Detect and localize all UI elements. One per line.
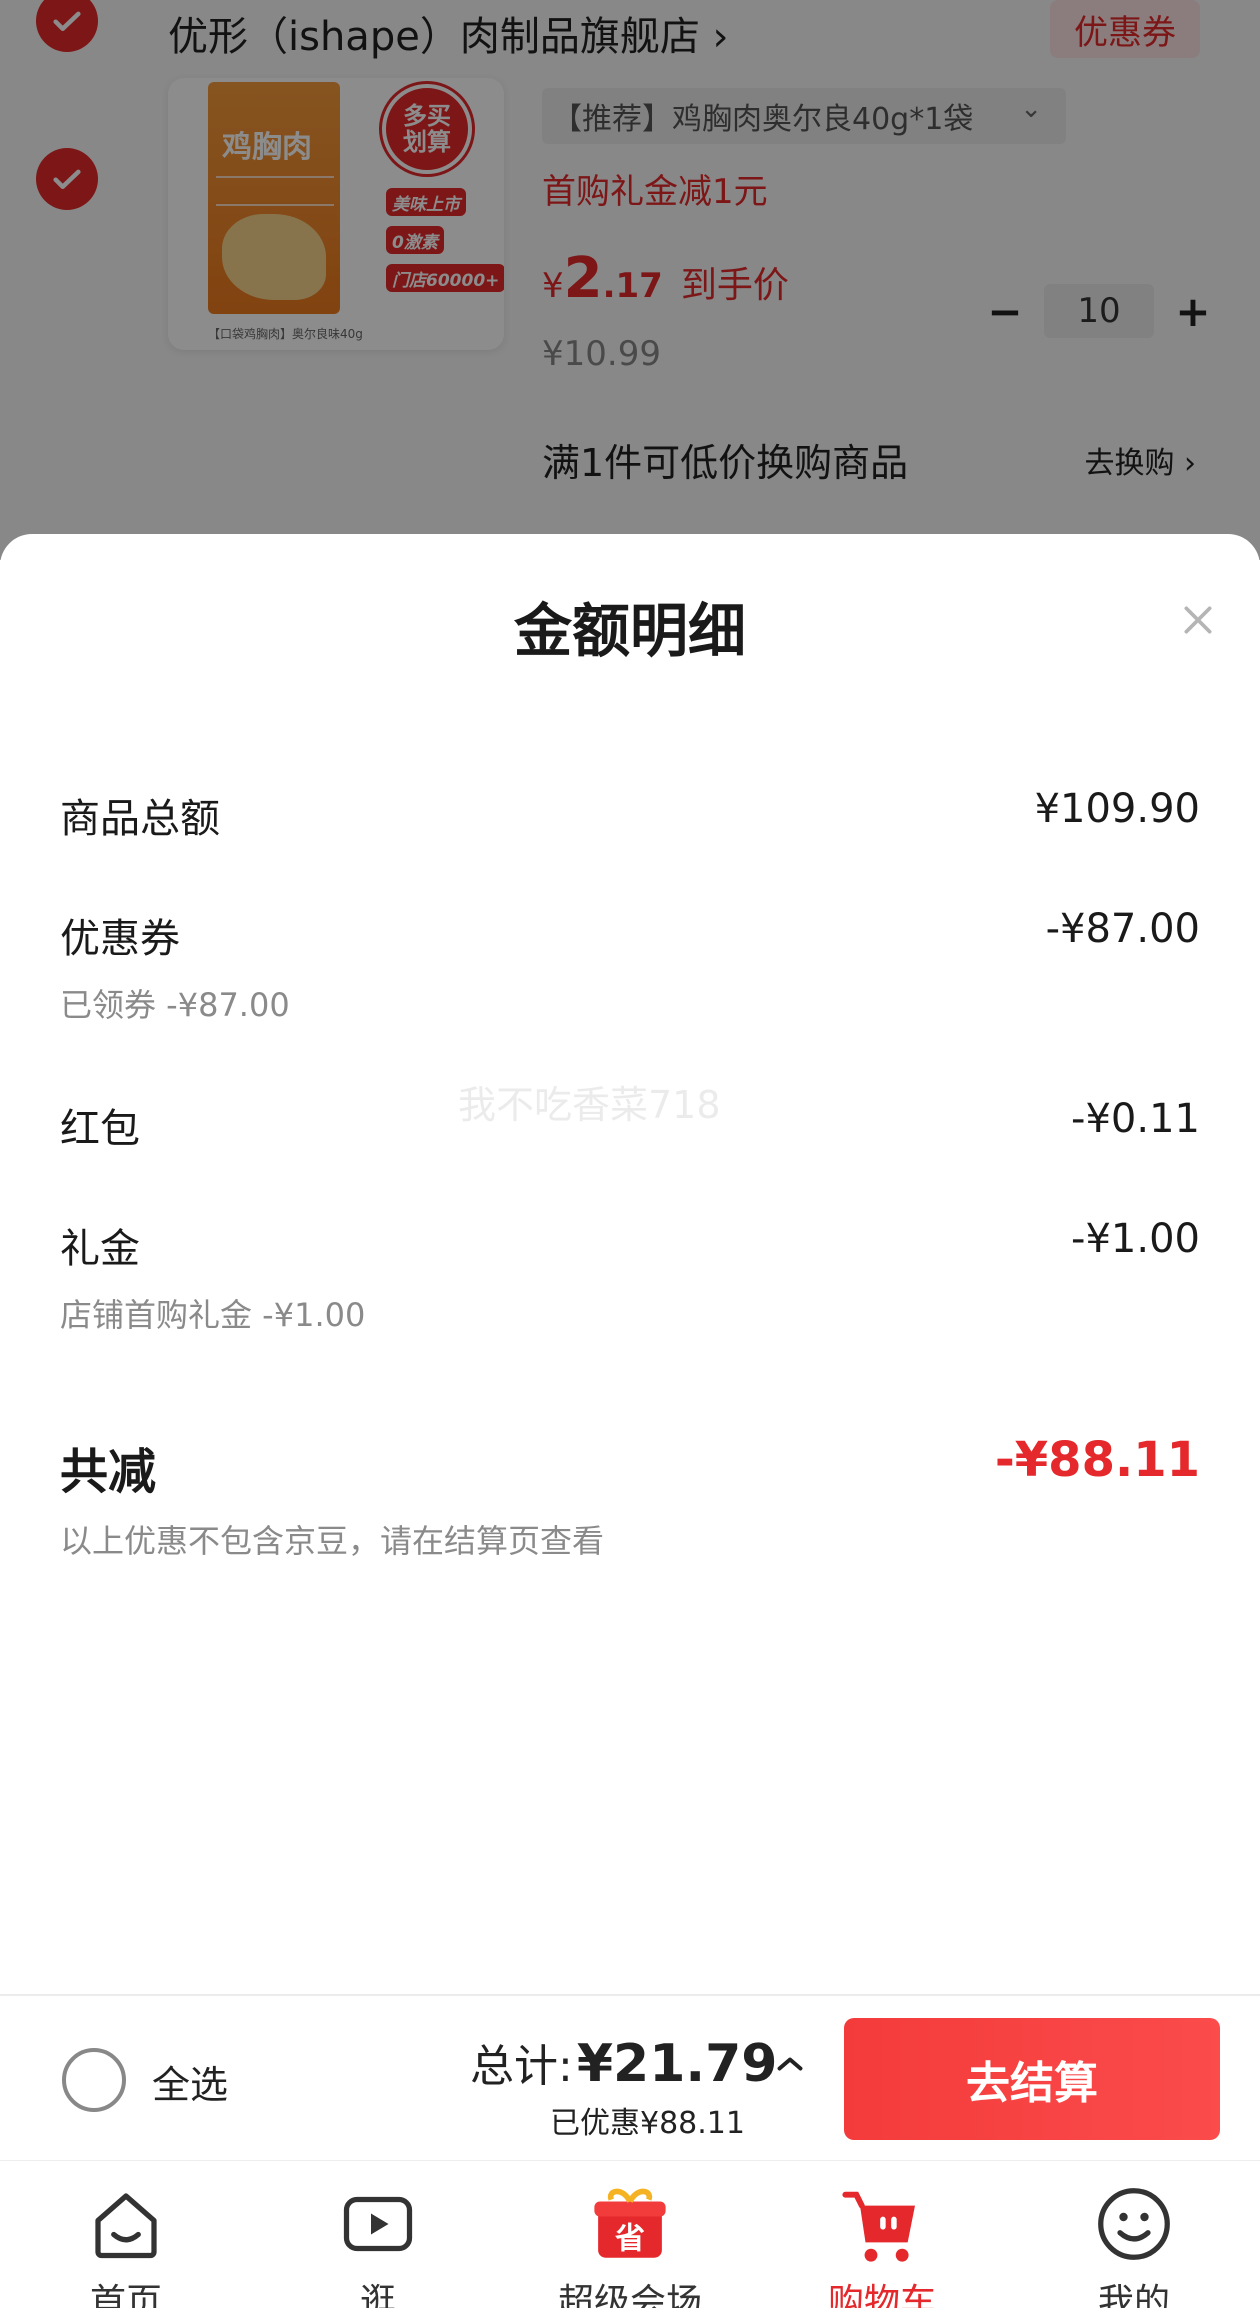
row-gift-money: 礼金 -¥1.00 [60, 1216, 1200, 1272]
close-icon [1184, 606, 1212, 634]
tab-browse[interactable]: 逛 [252, 2161, 504, 2308]
row-total-reduction: 共减 -¥88.11 [60, 1432, 1200, 1500]
settlement-bar: 全选 总计: ¥21.79 已优惠¥88.11 去结算 [0, 1994, 1260, 2160]
select-all-label[interactable]: 全选 [152, 2054, 228, 2109]
row-coupon: 优惠券 -¥87.00 [60, 906, 1200, 962]
modal-overlay[interactable] [0, 0, 1260, 560]
tab-home[interactable]: 首页 [0, 2161, 252, 2308]
bottom-tab-bar: 首页 逛 省 超级会场 购物车 我的 [0, 2160, 1260, 2308]
select-all-radio[interactable] [62, 2048, 126, 2112]
super-venue-gift-icon: 省 [585, 2179, 675, 2269]
watermark: 我不吃香菜718 [458, 1083, 721, 1127]
coupon-detail: 已领券 -¥87.00 [60, 986, 290, 1024]
svg-text:省: 省 [615, 2221, 645, 2256]
close-button[interactable] [1168, 590, 1228, 650]
sheet-title: 金额明细 [513, 597, 746, 665]
tab-super-venue[interactable]: 省 超级会场 [504, 2161, 756, 2308]
expand-detail-button[interactable] [770, 2044, 810, 2084]
profile-smile-icon [1089, 2179, 1179, 2269]
row-goods-total: 商品总额 ¥109.90 [60, 786, 1200, 842]
home-icon [81, 2179, 171, 2269]
discount-note: 以上优惠不包含京豆，请在结算页查看 [60, 1522, 605, 1560]
tab-cart[interactable]: 购物车 [756, 2161, 1008, 2308]
checkout-button[interactable]: 去结算 [844, 2018, 1220, 2140]
total-price: 总计: ¥21.79 [470, 2034, 778, 2094]
gift-money-detail: 店铺首购礼金 -¥1.00 [60, 1296, 366, 1334]
saved-amount: 已优惠¥88.11 [550, 2106, 745, 2141]
shopping-cart-icon [837, 2179, 927, 2269]
chevron-up-icon [777, 2057, 803, 2071]
amount-detail-sheet: 金额明细 商品总额 ¥109.90 优惠券 -¥87.00 已领券 -¥87.0… [0, 534, 1260, 1994]
video-play-icon [333, 2179, 423, 2269]
tab-profile[interactable]: 我的 [1008, 2161, 1260, 2308]
